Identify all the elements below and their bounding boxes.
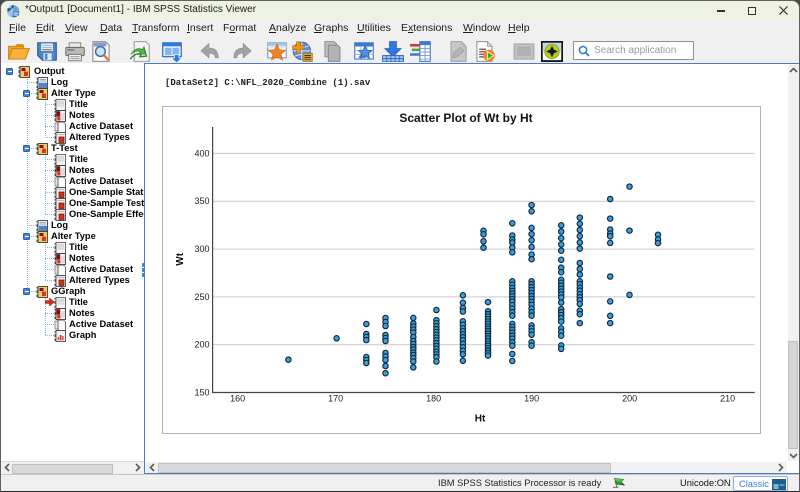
svg-text:190: 190 [524,394,539,404]
svg-text:Scatter Plot of Wt by Ht: Scatter Plot of Wt by Ht [399,111,532,125]
svg-text:170: 170 [328,394,343,404]
svg-text:400: 400 [194,148,209,158]
svg-text:180: 180 [426,394,441,404]
svg-text:200: 200 [194,340,209,350]
svg-text:210: 210 [720,394,735,404]
svg-text:300: 300 [194,244,209,254]
svg-text:160: 160 [230,394,245,404]
svg-text:350: 350 [194,196,209,206]
svg-text:Ht: Ht [475,414,486,425]
svg-text:200: 200 [622,394,637,404]
svg-text:Wt: Wt [175,252,186,265]
svg-text:250: 250 [194,292,209,302]
svg-text:150: 150 [194,388,209,398]
